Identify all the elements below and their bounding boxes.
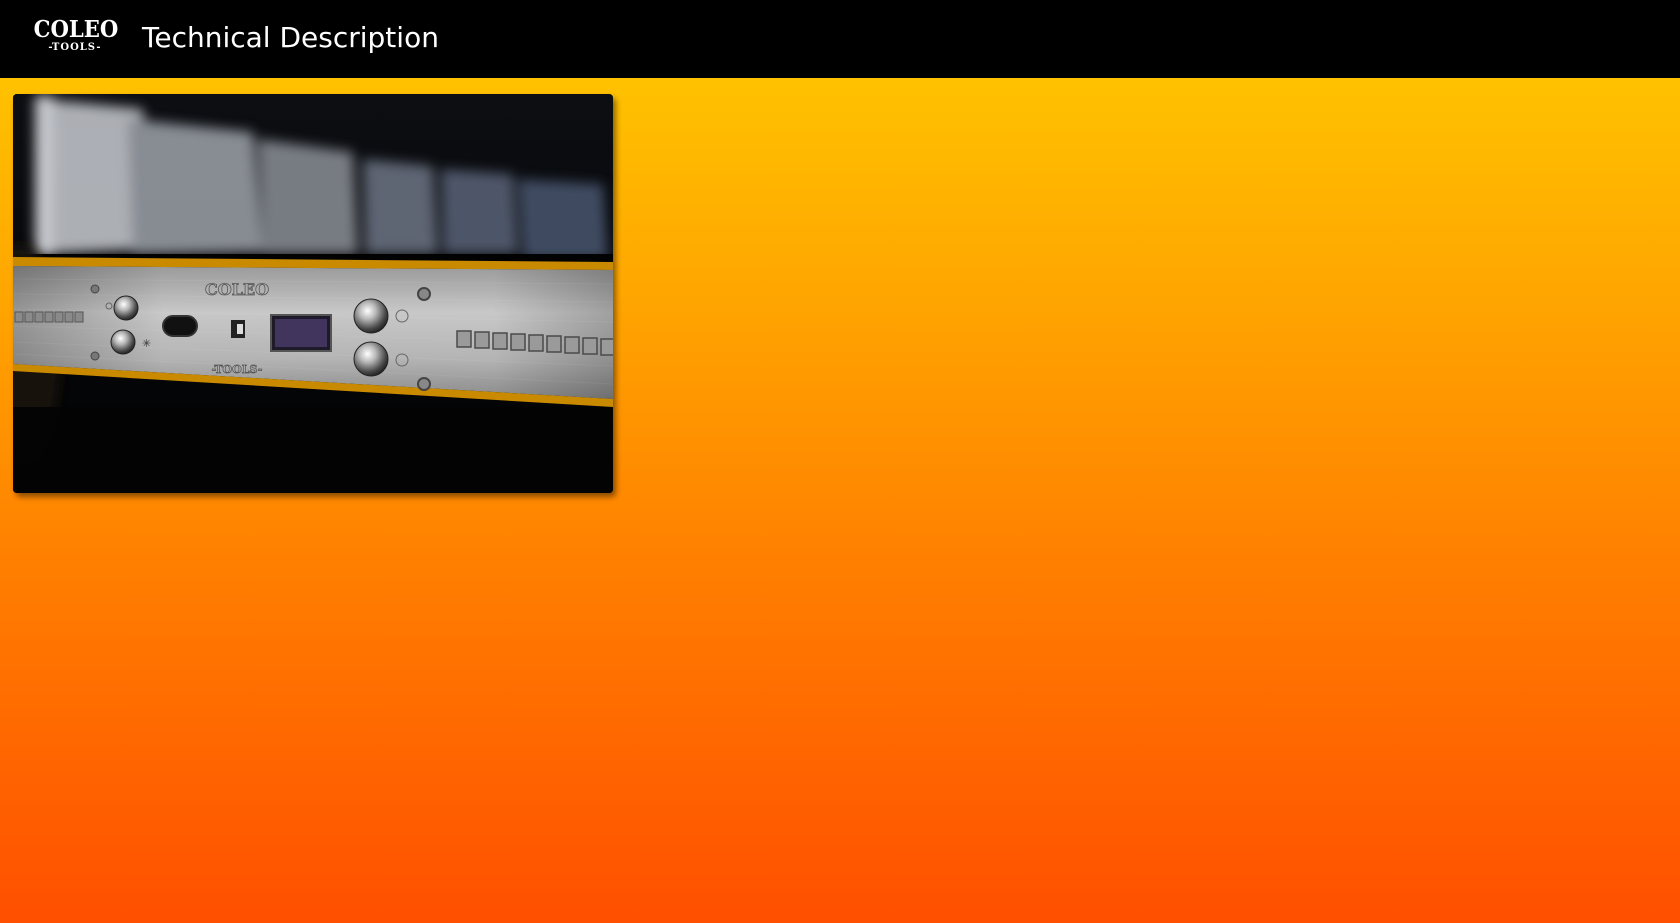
logo-main-text: COLEO xyxy=(33,16,119,43)
svg-text:✳: ✳ xyxy=(142,337,151,350)
panel-brand-text: COLEO xyxy=(205,280,269,299)
logo-sub-text: -TOOLS- xyxy=(48,42,102,53)
coleo-tools-logo[interactable]: COLEO -TOOLS- xyxy=(30,18,120,58)
device-photo[interactable]: ✳ COLEO -TOOLS- xyxy=(13,94,613,493)
panel-sub-text: -TOOLS- xyxy=(212,363,263,376)
page-title: Technical Description xyxy=(142,21,439,54)
top-bar: COLEO -TOOLS- Technical Description xyxy=(0,0,1680,78)
device-photo-illustration: ✳ COLEO -TOOLS- xyxy=(13,94,613,493)
